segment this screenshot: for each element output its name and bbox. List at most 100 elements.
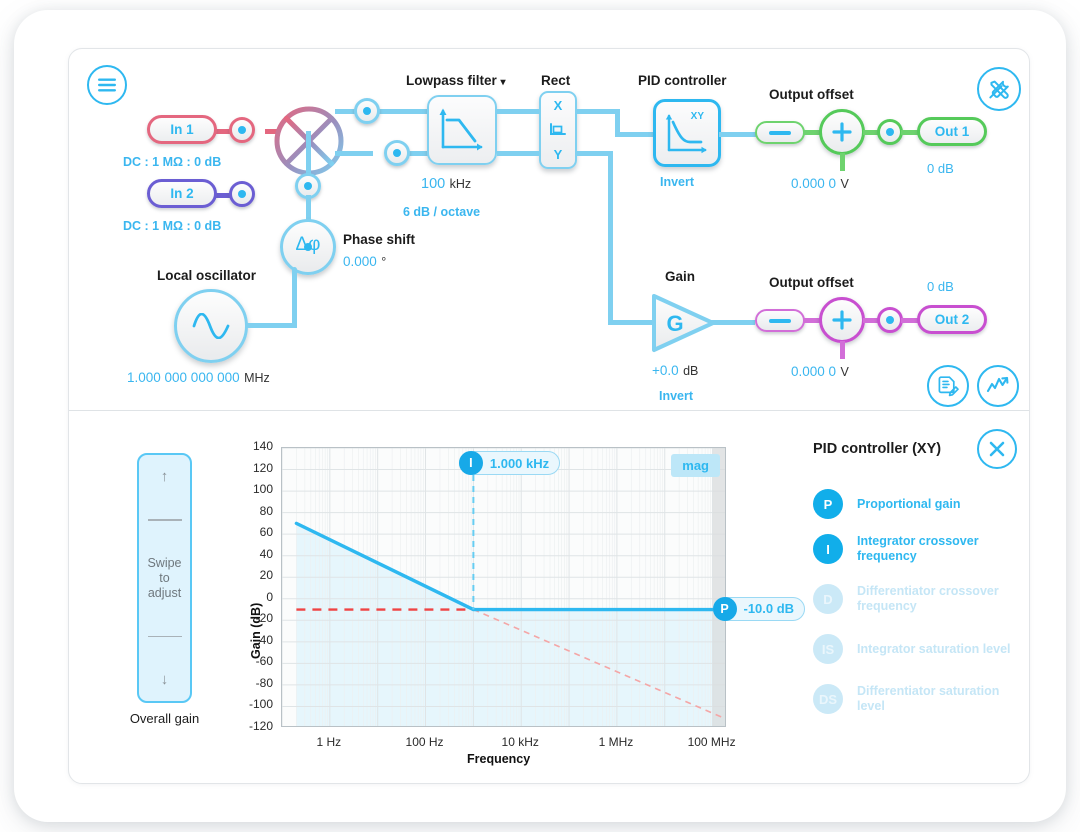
chart-x-tick: 1 MHz [598, 735, 634, 749]
wire-filter-rect-top [497, 109, 541, 114]
output-offset-2-unit: V [840, 365, 849, 379]
gain-block[interactable]: G [647, 290, 721, 356]
output-offset-2-value: 0.000 0 [791, 364, 837, 379]
wire-mixer-down [306, 131, 311, 175]
chart-y-tick: 60 [259, 525, 273, 540]
pid-controller-block[interactable]: XY [653, 99, 721, 167]
marker-i-label: 1.000 kHz [489, 455, 550, 471]
wire-lo-right [245, 323, 297, 328]
input-1-settings[interactable]: DC : 1 MΩ : 0 dB [123, 155, 221, 169]
phase-shift-value-group[interactable]: 0.000 ° [343, 253, 386, 271]
output-2-node[interactable] [877, 307, 903, 333]
chart-y-tick: -40 [255, 632, 273, 647]
plus-icon [832, 310, 852, 330]
rect-title: Rect [541, 73, 571, 88]
overall-gain-swipe-pad[interactable]: ↑ Swipe to adjust ↓ [137, 453, 192, 703]
gain-unit: dB [683, 364, 699, 378]
input-1-pill[interactable]: In 1 [147, 115, 217, 144]
legend-item-is[interactable]: IS Integrator saturation level [813, 634, 1013, 664]
output-offset-1-minus[interactable] [755, 121, 805, 144]
lowpass-filter-icon [439, 108, 483, 151]
pid-invert-toggle[interactable]: Invert [660, 175, 694, 189]
wire-mixer-bot [335, 151, 373, 156]
gain-value-group[interactable]: +0.0 dB [652, 362, 698, 380]
lowpass-title: Lowpass filter [406, 73, 497, 88]
wire-gain-offset [711, 320, 755, 325]
mag-badge[interactable]: mag [671, 454, 720, 477]
legend-badge-is: IS [813, 634, 843, 664]
marker-p-badge: P [712, 596, 737, 621]
legend-item-d[interactable]: D Differentiator crossover frequency [813, 584, 1013, 614]
tools-button[interactable] [977, 67, 1021, 111]
input-1-node[interactable] [229, 117, 255, 143]
plot-canvas [282, 448, 725, 726]
trend-button[interactable] [977, 365, 1019, 407]
plus-icon [832, 122, 852, 142]
output-2-gain[interactable]: 0 dB [927, 279, 954, 294]
chart-y-tick: 100 [252, 482, 273, 497]
close-panel-button[interactable] [977, 429, 1017, 469]
phase-shift-title: Phase shift [343, 232, 416, 247]
hamburger-menu-button[interactable] [87, 65, 127, 105]
input-2-node[interactable] [229, 181, 255, 207]
lowpass-title-group[interactable]: Lowpass filter ▾ [406, 73, 506, 88]
input-2-settings[interactable]: DC : 1 MΩ : 0 dB [123, 219, 221, 233]
wire-rect-y-2 [608, 151, 613, 323]
output-offset-2-value-group[interactable]: 0.000 0 V [791, 363, 849, 381]
output-offset-1-plus[interactable] [819, 109, 865, 155]
rect-block[interactable]: X Y [539, 91, 577, 169]
chart-y-tick: 0 [266, 589, 273, 604]
output-2-label: Out 2 [934, 312, 970, 327]
chart-x-tick: 100 Hz [405, 735, 444, 749]
marker-i-pill[interactable]: I 1.000 kHz [458, 451, 561, 475]
pid-title: PID controller [638, 73, 727, 88]
wire-filter-rect-bot [497, 151, 541, 156]
lowpass-cutoff-value: 100 [421, 176, 446, 192]
legend-label-d: Differentiator crossover frequency [857, 584, 999, 613]
wire-lo-up [292, 267, 297, 327]
wire-offset2-stem [840, 341, 845, 359]
gain-invert-toggle[interactable]: Invert [659, 389, 693, 403]
chart-y-tick: -100 [248, 697, 273, 712]
panel-divider [69, 410, 1029, 411]
local-oscillator-freq-group[interactable]: 1.000 000 000 000 MHz [127, 369, 270, 387]
output-1-pill[interactable]: Out 1 [917, 117, 987, 146]
tools-wrench-screwdriver-icon [988, 80, 1009, 99]
wire-offset1-stem [840, 153, 845, 171]
chart-x-tick: 100 MHz [687, 735, 736, 749]
lowpass-slope[interactable]: 6 dB / octave [403, 205, 480, 219]
lowpass-filter-block[interactable] [427, 95, 497, 165]
chart-y-tick: -120 [248, 719, 273, 733]
local-oscillator-unit: MHz [244, 371, 270, 385]
mixer-out-node-bottom[interactable] [384, 140, 410, 166]
local-oscillator-block[interactable] [174, 289, 248, 363]
output-offset-1-value-group[interactable]: 0.000 0 V [791, 175, 849, 193]
output-1-label: Out 1 [934, 124, 970, 139]
output-1-gain[interactable]: 0 dB [927, 161, 954, 176]
device-card: In 1 DC : 1 MΩ : 0 dB In 2 DC : 1 MΩ : 0… [14, 10, 1066, 822]
legend-item-i[interactable]: I Integrator crossover frequency [813, 534, 1013, 564]
marker-p-pill[interactable]: P -10.0 dB [712, 596, 806, 621]
chart-y-tick: 140 [252, 439, 273, 453]
close-x-icon [989, 441, 1005, 457]
output-2-pill[interactable]: Out 2 [917, 305, 987, 334]
output-offset-2-title: Output offset [769, 275, 854, 290]
output-offset-2-minus[interactable] [755, 309, 805, 332]
marker-p-label: -10.0 dB [743, 601, 795, 617]
mixer-out-node-top[interactable] [354, 98, 380, 124]
chart-y-tick: 80 [259, 503, 273, 518]
legend-item-ds[interactable]: DS Differentiator saturation level [813, 684, 1013, 714]
notes-button[interactable] [927, 365, 969, 407]
legend-item-p[interactable]: P Proportional gain [813, 489, 1013, 519]
output-offset-2-plus[interactable] [819, 297, 865, 343]
bode-plot[interactable]: mag [281, 447, 726, 727]
rect-polar-icon [550, 123, 566, 135]
sine-wave-icon [192, 313, 230, 339]
lowpass-cutoff-group[interactable]: 100 kHz [421, 175, 471, 193]
hamburger-menu-icon [98, 78, 116, 92]
swipe-line-2: to [159, 570, 170, 585]
legend-label-ds: Differentiator saturation level [857, 684, 1000, 713]
output-1-node[interactable] [877, 119, 903, 145]
input-2-pill[interactable]: In 2 [147, 179, 217, 208]
trend-chart-icon [986, 376, 1009, 393]
